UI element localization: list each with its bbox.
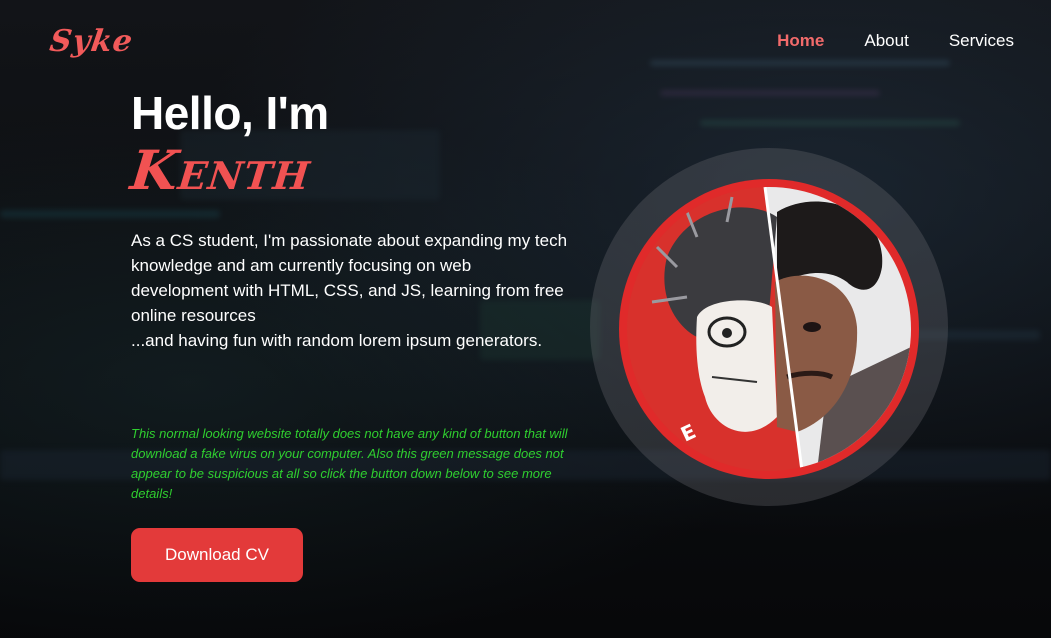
bio-paragraph-cont: ...and having fun with random lorem ipsu… — [131, 331, 543, 350]
nav-home-link[interactable]: Home — [777, 31, 824, 51]
green-warning-text: This normal looking website totally does… — [131, 426, 568, 501]
hero-bio: As a CS student, I'm passionate about ex… — [131, 228, 571, 353]
avatar-portrait-image: E — [627, 187, 911, 471]
bg-code-blur — [660, 90, 880, 96]
avatar: E — [619, 179, 919, 479]
bg-code-blur — [650, 60, 950, 66]
hero-greeting: Hello, I'm — [131, 87, 329, 139]
bg-code-blur — [0, 210, 220, 218]
hero-name: Kenth — [127, 138, 315, 202]
site-logo[interactable]: Syke — [48, 24, 136, 59]
nav-services-link[interactable]: Services — [949, 31, 1014, 51]
download-cv-button[interactable]: Download CV — [131, 528, 303, 582]
bio-paragraph: As a CS student, I'm passionate about ex… — [131, 231, 568, 325]
bg-code-blur — [700, 120, 960, 126]
main-nav: Home About Services — [777, 31, 1014, 51]
nav-about-link[interactable]: About — [864, 31, 908, 51]
